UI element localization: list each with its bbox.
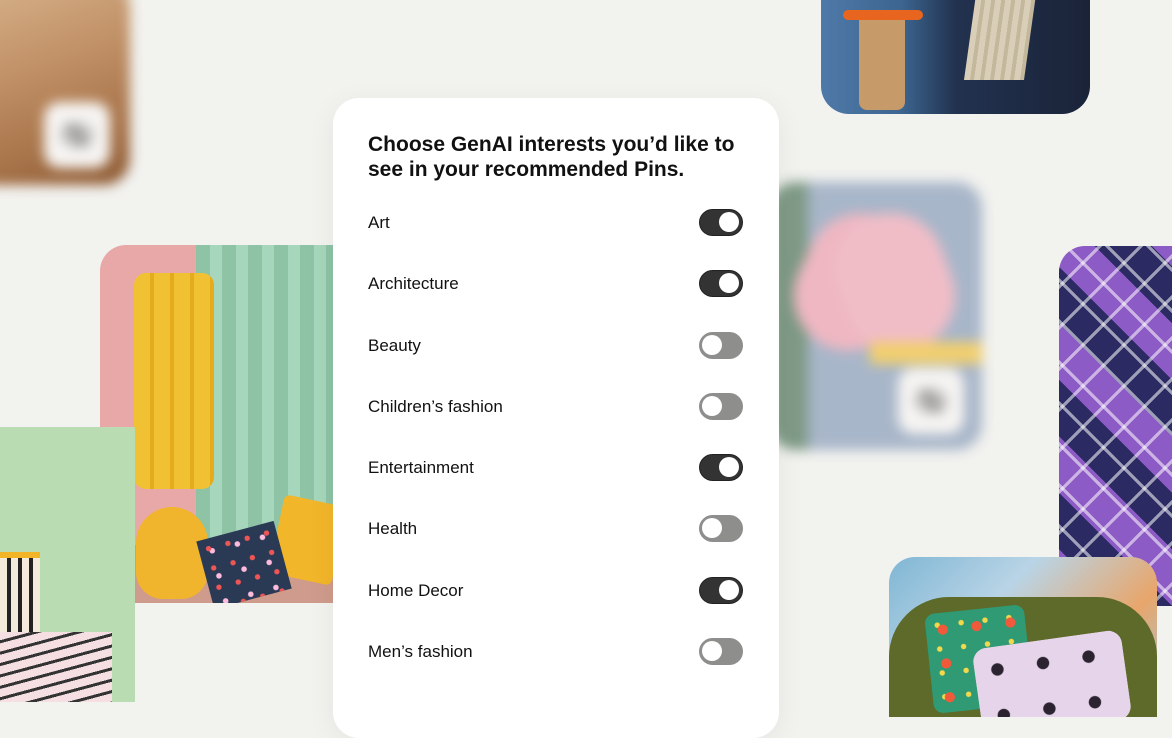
interest-label: Art xyxy=(368,213,390,232)
interest-toggle[interactable] xyxy=(699,392,743,420)
interest-label: Home Decor xyxy=(368,580,464,600)
interest-toggle[interactable] xyxy=(699,331,743,359)
interest-row: Home Decor xyxy=(368,572,744,633)
pin-image-floral-cushions[interactable] xyxy=(889,557,1157,717)
genai-interests-card: Choose GenAI interests you’d like to see… xyxy=(333,98,779,738)
interest-toggle[interactable] xyxy=(699,270,743,298)
interest-list: Art Architecture Beauty Children’s fashion E… xyxy=(368,204,744,694)
hidden-pin-badge xyxy=(44,102,110,168)
eye-slash-icon xyxy=(61,122,93,148)
interest-label: Entertainment xyxy=(368,458,474,478)
pin-image-living-room[interactable] xyxy=(821,0,1090,114)
pin-image-plaid-fabric[interactable] xyxy=(1059,246,1172,606)
toggle-knob xyxy=(719,579,739,600)
interest-toggle[interactable] xyxy=(699,576,743,604)
toggle-knob xyxy=(702,395,722,416)
interest-row: Children’s fashion xyxy=(368,388,744,449)
eye-slash-icon xyxy=(915,388,947,414)
interest-row: Men’s fashion xyxy=(368,633,744,694)
interest-toggle[interactable] xyxy=(699,209,743,236)
interest-toggle[interactable] xyxy=(699,515,743,543)
pin-image-blurred-top-left xyxy=(0,0,130,185)
interest-label: Beauty xyxy=(368,335,421,355)
pin-image-yellow-lamp[interactable] xyxy=(100,245,340,603)
toggle-knob xyxy=(719,273,739,294)
toggle-knob xyxy=(702,334,722,355)
interest-toggle[interactable] xyxy=(699,454,743,482)
toggle-knob xyxy=(702,641,722,662)
pin-image-blurred-rackets xyxy=(770,182,982,450)
interest-label: Health xyxy=(368,519,418,539)
interest-row: Architecture xyxy=(368,265,744,326)
toggle-knob xyxy=(719,212,739,232)
interest-label: Men’s fashion xyxy=(368,642,473,662)
interest-toggle[interactable] xyxy=(699,638,743,666)
card-title: Choose GenAI interests you’d like to see… xyxy=(368,133,735,181)
interest-row: Art xyxy=(368,204,744,265)
toggle-knob xyxy=(719,457,739,478)
hidden-pin-badge xyxy=(898,368,964,434)
toggle-knob xyxy=(702,518,722,539)
pin-image-striped-mug[interactable] xyxy=(0,427,135,702)
interest-row: Entertainment xyxy=(368,449,744,510)
interest-row: Health xyxy=(368,510,744,571)
interest-label: Architecture xyxy=(368,274,459,294)
interest-row: Beauty xyxy=(368,327,744,388)
interest-label: Children’s fashion xyxy=(368,396,503,416)
